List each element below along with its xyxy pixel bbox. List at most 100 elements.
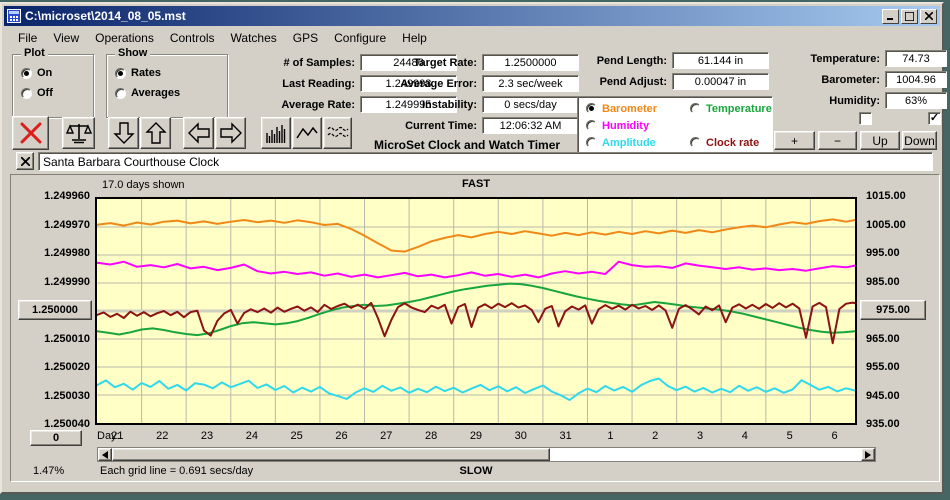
desktop-background: C:\microset\2014_08_05.mst File View Opera…	[0, 0, 950, 500]
show-option-rates[interactable]: Rates	[115, 67, 161, 79]
x-icon	[20, 156, 30, 166]
minus-button[interactable]: −	[818, 131, 857, 150]
scrollbar-right-button[interactable]	[861, 448, 875, 461]
title-bar[interactable]: C:\microset\2014_08_05.mst	[4, 6, 940, 26]
left-axis-tick: 1.250030	[44, 389, 90, 402]
show-option-averages[interactable]: Averages	[115, 87, 180, 99]
fast-label: FAST	[461, 178, 491, 190]
histogram-button[interactable]	[261, 117, 291, 149]
show-groupbox: Show Rates Averages	[106, 47, 228, 118]
session-clear-button[interactable]	[16, 152, 34, 170]
day-tick-label: 24	[245, 430, 258, 442]
scale-down-button[interactable]: Down	[902, 131, 937, 150]
day-tick-label: 1	[607, 430, 614, 442]
scroll-left-button[interactable]	[183, 117, 214, 149]
line-graph-button[interactable]	[292, 117, 322, 149]
pend-length-row: Pend Length: 61.144 in	[549, 52, 769, 69]
chart-scrollbar[interactable]	[97, 447, 876, 462]
series-radio-label: Amplitude	[602, 136, 656, 149]
close-button[interactable]	[920, 8, 937, 24]
pendulum-readout-column: Pend Length: 61.144 in Pend Adjust: 0.00047…	[549, 52, 769, 94]
scroll-right-button[interactable]	[215, 117, 246, 149]
average-error-label: Average Error:	[400, 77, 477, 90]
series-radio-clock-rate[interactable]: Clock rate	[690, 134, 772, 151]
session-name-input[interactable]	[38, 152, 933, 171]
day-tick-label: 2	[652, 430, 659, 442]
target-rate-label: Target Rate:	[413, 56, 477, 69]
barometer-field[interactable]: 1004.96	[885, 71, 947, 88]
triangle-right-icon	[865, 450, 871, 459]
pend-length-field[interactable]: 61.144 in	[672, 52, 769, 69]
menu-item-view[interactable]: View	[45, 30, 87, 46]
pend-adjust-label: Pend Adjust:	[599, 75, 667, 88]
right-axis-reference-button[interactable]: 975.00	[860, 300, 926, 320]
average-error-row: Average Error: 2.3 sec/week	[359, 75, 579, 92]
right-checkbox[interactable]: ✓	[928, 112, 941, 125]
menu-item-help[interactable]: Help	[394, 30, 435, 46]
series-radio-amplitude[interactable]: Amplitude	[586, 134, 690, 151]
shift-down-button[interactable]	[108, 117, 139, 149]
series-radio-temperature[interactable]: Temperature	[690, 100, 772, 117]
menu-item-file[interactable]: File	[10, 30, 45, 46]
pend-length-label: Pend Length:	[596, 54, 667, 67]
day-tick-label: 27	[380, 430, 393, 442]
zero-button[interactable]: 0	[30, 430, 82, 446]
left-axis-tick: 1.250040	[44, 418, 90, 430]
left-axis-reference-button[interactable]: 1.250000	[18, 300, 92, 320]
right-axis-tick: 965.00	[866, 332, 900, 345]
series-radio-barometer[interactable]: Barometer	[586, 100, 690, 117]
instability-label: Instability:	[421, 98, 477, 111]
instability-field[interactable]: 0 secs/day	[482, 96, 579, 113]
app-name-label: MicroSet Clock and Watch Timer	[374, 138, 561, 152]
show-group-label: Show	[115, 47, 151, 59]
left-axis-tick: 1.250010	[44, 332, 90, 345]
left-axis-tick: 1.249960	[44, 190, 90, 202]
menu-item-watches[interactable]: Watches	[223, 30, 285, 46]
maximize-icon	[905, 11, 914, 21]
plot-area[interactable]	[95, 197, 857, 425]
smoothed-graph-button[interactable]	[323, 117, 352, 149]
humidity-field[interactable]: 63%	[885, 92, 947, 109]
day-tick-label: 4	[741, 430, 748, 442]
clear-graph-button[interactable]	[12, 116, 49, 150]
menu-item-gps[interactable]: GPS	[285, 30, 326, 46]
plot-option-off[interactable]: Off	[21, 87, 53, 99]
radio-icon	[690, 103, 701, 114]
scrollbar-left-button[interactable]	[98, 448, 112, 461]
series-radio-label: Temperature	[706, 102, 772, 115]
right-axis-tick: 945.00	[866, 389, 900, 402]
series-line-temperature	[96, 282, 856, 337]
balance-button[interactable]	[62, 117, 95, 149]
day-tick-label: 5	[786, 430, 793, 442]
temperature-field[interactable]: 74.73	[885, 50, 947, 67]
current-time-field[interactable]: 12:06:32 AM	[482, 117, 579, 134]
day-tick-label: 23	[200, 430, 214, 442]
left-axis-tick: 1.249990	[44, 275, 90, 288]
menu-bar: File View Operations Controls Watches GPS Conf…	[4, 28, 940, 47]
menu-item-configure[interactable]: Configure	[326, 30, 394, 46]
series-line-humidity	[96, 260, 856, 279]
scale-up-button[interactable]: Up	[860, 131, 900, 150]
line-graph-icon	[296, 126, 318, 139]
minimize-button[interactable]	[882, 8, 899, 24]
left-axis-tick: 1.249980	[44, 247, 90, 259]
maximize-button[interactable]	[901, 8, 918, 24]
shift-up-button[interactable]	[140, 117, 171, 149]
plus-button[interactable]: +	[774, 131, 815, 150]
menu-item-controls[interactable]: Controls	[162, 30, 223, 46]
series-line-amplitude	[96, 377, 856, 401]
left-axis-tick: 1.250020	[44, 361, 90, 373]
right-axis-tick: 935.00	[866, 418, 900, 430]
series-radio-humidity[interactable]: Humidity	[586, 117, 690, 134]
arrow-left-icon	[187, 122, 210, 144]
left-checkbox[interactable]	[859, 112, 872, 125]
of-samples-label: # of Samples:	[283, 56, 355, 69]
right-axis-tick: 1005.00	[866, 218, 906, 231]
red-x-icon	[20, 122, 41, 144]
series-radio-label: Clock rate	[706, 136, 760, 149]
pend-adjust-field[interactable]: 0.00047 in	[672, 73, 769, 90]
scrollbar-thumb[interactable]	[112, 448, 551, 461]
menu-item-operations[interactable]: Operations	[87, 30, 162, 46]
instability-row: Instability: 0 secs/day	[359, 96, 579, 113]
plot-option-on[interactable]: On	[21, 67, 52, 79]
